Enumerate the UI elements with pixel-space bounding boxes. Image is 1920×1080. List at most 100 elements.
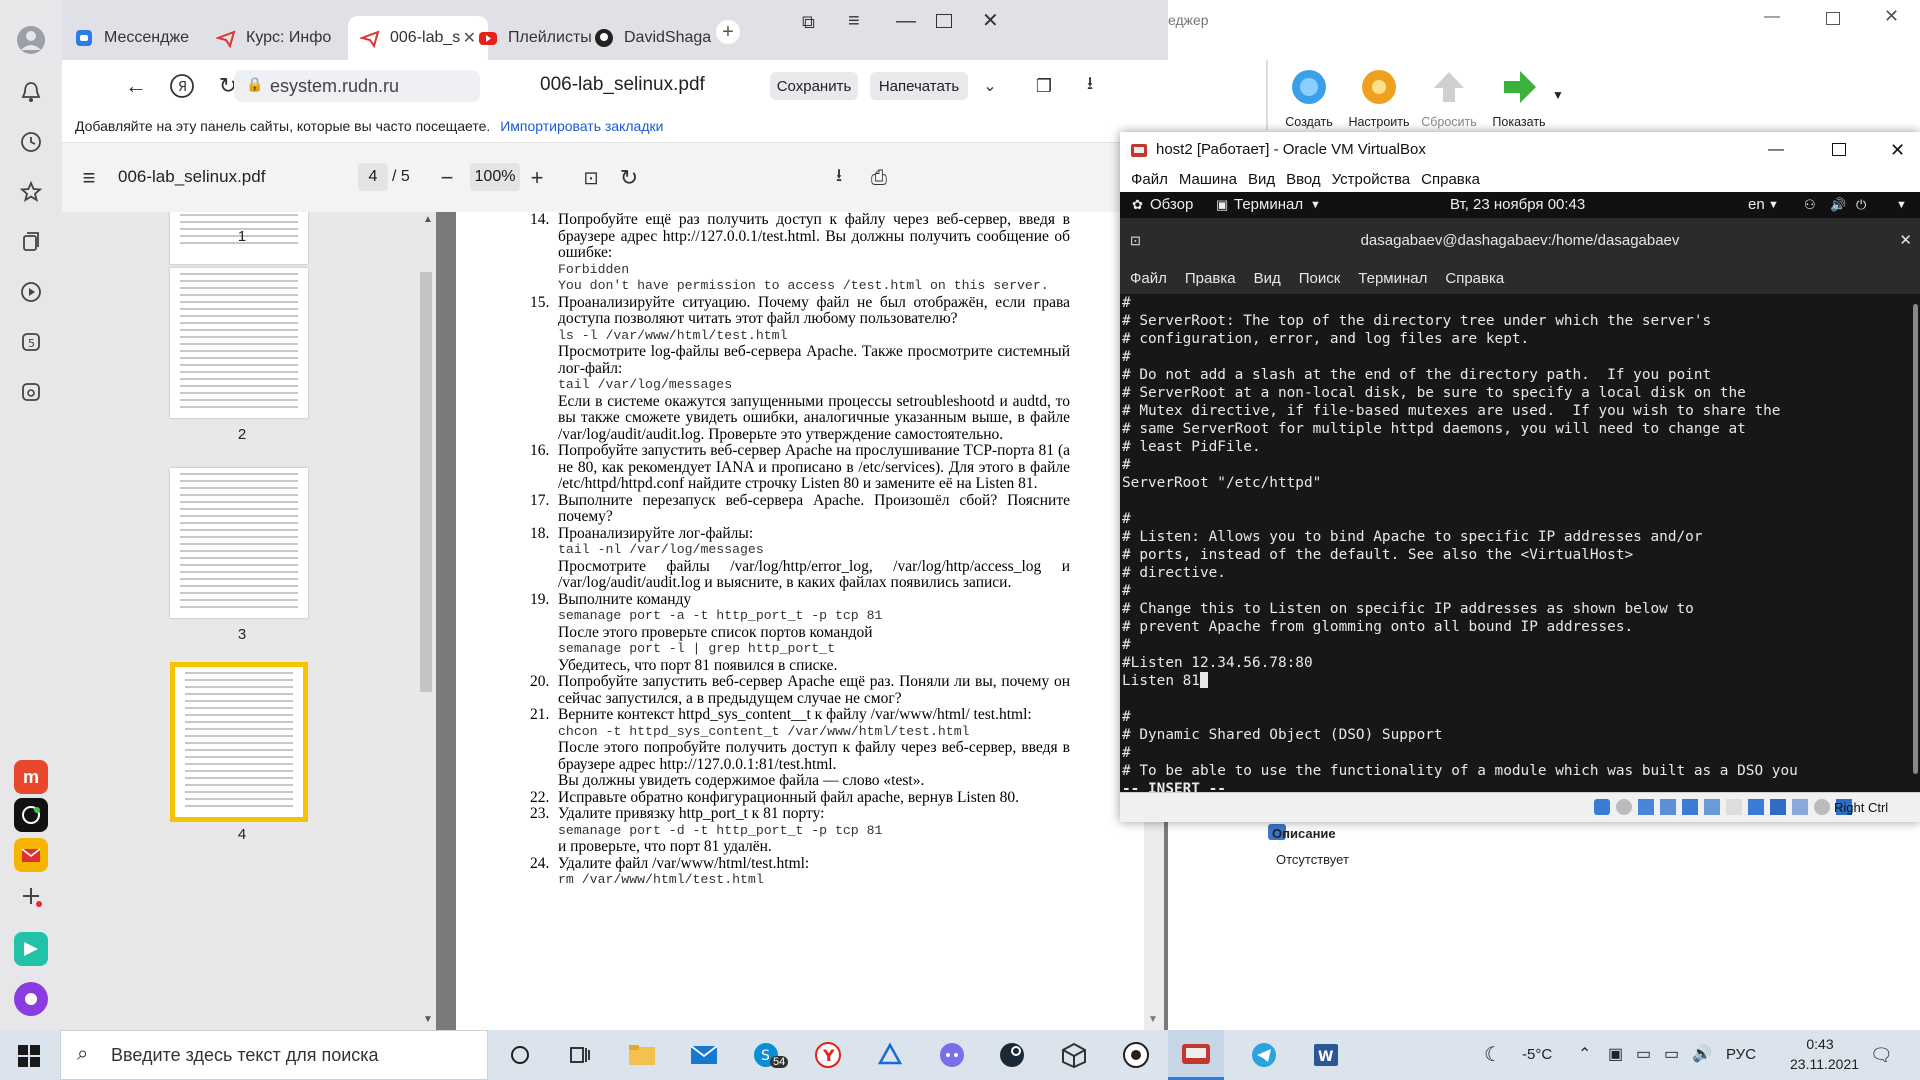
thumbnail-page-3[interactable]: [170, 468, 308, 618]
tray-display-icon[interactable]: ▭: [1636, 1030, 1651, 1080]
mail-app-icon[interactable]: [14, 838, 48, 872]
fit-page-icon[interactable]: ⊡: [578, 165, 604, 191]
manager-close-icon[interactable]: ✕: [1884, 6, 1899, 27]
profile-avatar-icon[interactable]: [13, 22, 49, 58]
mail-icon[interactable]: [688, 1039, 720, 1071]
start-windows-icon[interactable]: [18, 1045, 40, 1070]
vm-menu-machine[interactable]: Машина: [1179, 168, 1237, 192]
discard-vm-button[interactable]: Сбросить: [1418, 66, 1480, 129]
new-tab-icon[interactable]: ⊡: [1130, 218, 1141, 264]
usb-status-icon[interactable]: [1682, 799, 1698, 815]
show-dropdown-icon[interactable]: ▼: [1552, 88, 1564, 102]
file-explorer-icon[interactable]: [626, 1039, 658, 1071]
minimize-icon[interactable]: —: [896, 10, 916, 33]
collections-icon[interactable]: [13, 224, 49, 260]
notifications-icon[interactable]: 🗨: [1870, 1030, 1893, 1080]
3d-box-icon[interactable]: [1058, 1039, 1090, 1071]
cpu-status-icon[interactable]: [1770, 799, 1786, 815]
system-menu-arrow-icon[interactable]: ▼: [1896, 192, 1907, 218]
thumbnail-page-4-selected[interactable]: [170, 662, 308, 822]
task-view-icon[interactable]: [564, 1039, 596, 1071]
zoom-level[interactable]: 100%: [470, 163, 520, 191]
app-menu-terminal[interactable]: Терминал: [1234, 192, 1303, 218]
messenger-sidebar-icon[interactable]: [14, 932, 48, 966]
azure-data-icon[interactable]: [874, 1039, 906, 1071]
create-vm-button[interactable]: Создать: [1278, 66, 1340, 129]
five-app-icon[interactable]: 5: [13, 324, 49, 360]
term-menu-terminal[interactable]: Терминал: [1358, 270, 1427, 287]
maximize-icon[interactable]: [936, 14, 952, 28]
terminal-close-icon[interactable]: ✕: [1899, 218, 1912, 264]
vm-close-icon[interactable]: ✕: [1890, 132, 1905, 168]
show-vm-button[interactable]: Показать: [1488, 66, 1550, 129]
configure-vm-button[interactable]: Настроить: [1348, 66, 1410, 129]
add-panel-plus-icon[interactable]: [13, 878, 49, 914]
thumbnail-scrollbar[interactable]: ▲ ▼: [418, 212, 434, 1030]
music-app-icon[interactable]: [14, 798, 48, 832]
vm-maximize-icon[interactable]: [1832, 143, 1846, 156]
activities-button[interactable]: Обзор: [1150, 192, 1193, 218]
taskbar-clock[interactable]: 0:43 23.11.2021: [1790, 1034, 1859, 1074]
reader-mode-icon[interactable]: ❐: [1028, 70, 1060, 102]
gnome-clock[interactable]: Вт, 23 ноября 00:43: [1450, 192, 1585, 218]
page-number-input[interactable]: 4: [358, 163, 388, 191]
mm-app-icon[interactable]: m: [14, 760, 48, 794]
virtualbox-taskbar-active[interactable]: [1168, 1030, 1224, 1080]
vm-menu-help[interactable]: Справка: [1421, 168, 1480, 192]
vm-menu-view[interactable]: Вид: [1248, 168, 1275, 192]
weather-moon-icon[interactable]: ☾: [1484, 1030, 1502, 1080]
display-status-icon[interactable]: [1726, 799, 1742, 815]
term-menu-help[interactable]: Справка: [1445, 270, 1504, 287]
input-language[interactable]: en: [1748, 192, 1765, 218]
bookmarks-star-icon[interactable]: [13, 174, 49, 210]
tray-network-icon[interactable]: ▭: [1664, 1030, 1679, 1080]
tab-messenger[interactable]: Мессендже: [62, 16, 202, 60]
zoom-in-icon[interactable]: +: [524, 165, 550, 191]
obs-icon[interactable]: [1120, 1039, 1152, 1071]
terminal-scrollbar[interactable]: [1910, 294, 1920, 792]
screenshot-icon[interactable]: [13, 374, 49, 410]
tab-github[interactable]: DavidShaga: [582, 16, 722, 60]
yandex-logo-icon[interactable]: Я: [166, 70, 198, 102]
tray-volume-icon[interactable]: 🔊: [1692, 1030, 1712, 1080]
vm-menu-input[interactable]: Ввод: [1286, 168, 1321, 192]
virtualization-status-icon[interactable]: [1792, 799, 1808, 815]
yandex-browser-icon[interactable]: Y: [812, 1039, 844, 1071]
term-menu-edit[interactable]: Правка: [1185, 270, 1236, 287]
recording-status-icon[interactable]: [1748, 799, 1764, 815]
zoom-out-icon[interactable]: −: [434, 165, 460, 191]
tab-course[interactable]: Курс: Инфо: [204, 16, 344, 60]
back-arrow-icon[interactable]: ←: [120, 70, 152, 102]
print-button[interactable]: Напечатать: [870, 72, 968, 100]
word-icon[interactable]: W: [1310, 1039, 1342, 1071]
cortana-circle-icon[interactable]: [504, 1039, 536, 1071]
pdf-download-icon[interactable]: ⭳: [826, 165, 852, 191]
alice-assistant-icon[interactable]: [14, 982, 48, 1016]
steam-icon[interactable]: [996, 1039, 1028, 1071]
power-icon[interactable]: ⏻: [1856, 192, 1866, 218]
mouse-integration-icon[interactable]: [1814, 799, 1830, 815]
term-menu-file[interactable]: Файл: [1130, 270, 1167, 287]
input-language-indicator[interactable]: РУС: [1726, 1030, 1756, 1080]
pdf-print-icon[interactable]: ⎙: [866, 165, 892, 191]
network-status-icon[interactable]: [1660, 799, 1676, 815]
chevron-down-icon[interactable]: ⌄: [974, 70, 1006, 102]
discord-icon[interactable]: [936, 1039, 968, 1071]
vm-menu-devices[interactable]: Устройства: [1332, 168, 1410, 192]
vm-minimize-icon[interactable]: —: [1768, 132, 1784, 168]
pdf-menu-icon[interactable]: ≡: [76, 165, 102, 191]
thumbnail-page-2[interactable]: [170, 268, 308, 418]
new-tab-plus-icon[interactable]: +: [716, 20, 740, 44]
video-play-icon[interactable]: [13, 274, 49, 310]
import-bookmarks-link[interactable]: Импортировать закладки: [500, 118, 663, 134]
audio-status-icon[interactable]: [1638, 799, 1654, 815]
shared-folder-icon[interactable]: [1704, 799, 1720, 815]
term-menu-search[interactable]: Поиск: [1299, 270, 1341, 287]
rotate-icon[interactable]: ↻: [616, 165, 642, 191]
notifications-bell-icon[interactable]: [13, 74, 49, 110]
optical-status-icon[interactable]: [1616, 799, 1632, 815]
tray-chevron-up-icon[interactable]: ⌃: [1578, 1030, 1591, 1080]
tab-manager-icon[interactable]: ⧉: [802, 12, 815, 33]
save-button[interactable]: Сохранить: [770, 72, 858, 100]
close-window-icon[interactable]: ✕: [982, 8, 999, 33]
